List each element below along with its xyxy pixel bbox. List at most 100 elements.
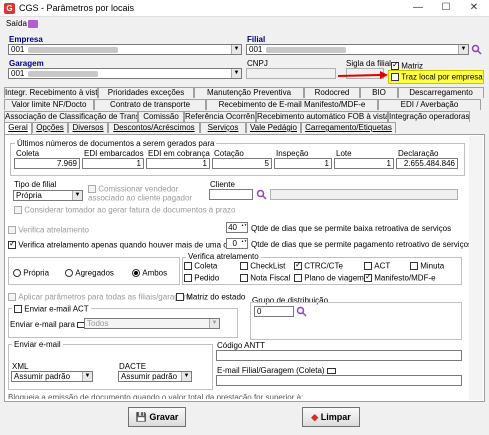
- va-nota-checkbox[interactable]: Nota Fiscal: [240, 273, 290, 282]
- va-coleta-checkbox[interactable]: Coleta: [184, 261, 217, 270]
- enviar-para-select[interactable]: Todos ▼: [84, 318, 220, 329]
- sigla-label: Sigla da filial: [346, 59, 391, 68]
- edi-cobranca-label: EDI em cobrança: [148, 149, 210, 158]
- close-button[interactable]: ✕: [460, 0, 488, 16]
- enviar-email-title: Enviar e-mail: [12, 340, 63, 349]
- considerar-tomador-checkbox[interactable]: Considerar tomador ao gerar fatura de do…: [14, 205, 235, 214]
- lote-label: Lote: [336, 149, 352, 158]
- cnpj-label: CNPJ: [247, 59, 268, 68]
- window-icon[interactable]: [28, 20, 38, 28]
- va-plano-checkbox[interactable]: Plano de viagem: [294, 273, 364, 282]
- lote-field[interactable]: 1: [334, 158, 394, 169]
- empresa-label: Empresa: [9, 35, 43, 44]
- tab-recebimento-autom-tico-fob-vista[interactable]: Recebimento automático FOB à vista: [256, 111, 388, 122]
- xml-select[interactable]: Assumir padrão ▼: [11, 371, 93, 382]
- empresa-select[interactable]: 001 ▼: [8, 44, 242, 55]
- gravar-button[interactable]: 💾 Gravar: [128, 407, 186, 427]
- edi-cobranca-field[interactable]: 1: [146, 158, 210, 169]
- tab-recebimento-de-e-mail-manifesto-mdf-e[interactable]: Recebimento de E-mail Manifesto/MDF-e: [206, 99, 378, 110]
- email-filial-field[interactable]: [216, 375, 462, 386]
- tab-manuten-o-preventiva[interactable]: Manutenção Preventiva: [194, 87, 304, 98]
- pagamento-days-spinner[interactable]: 0: [226, 238, 248, 249]
- save-icon: 💾: [135, 412, 147, 422]
- baixa-days-spinner[interactable]: 40: [226, 222, 248, 233]
- tab-rodocred[interactable]: Rodocred: [304, 87, 360, 98]
- tabs-row-1: Integr. Recebimento à vista Prioridades e…: [4, 87, 485, 99]
- cliente-code-field[interactable]: [209, 189, 253, 200]
- verifica-carreta-checkbox[interactable]: Verifica atrelamento apenas quando houve…: [8, 239, 248, 249]
- exit-menu-item[interactable]: Saída: [6, 19, 27, 28]
- verifica-atrelamento-checkbox[interactable]: Verifica atrelamento: [8, 225, 89, 234]
- tab-integr-recebimento-vista[interactable]: Integr. Recebimento à vista: [4, 87, 98, 98]
- tab-vale-ped-gio[interactable]: Vale Pedágio: [246, 122, 301, 133]
- footer: [0, 402, 489, 435]
- pagamento-label: Qtde de dias que se permite pagamento re…: [251, 240, 473, 249]
- enviar-email-para-label: Enviar e-mail para: [10, 320, 87, 329]
- va-checklist-checkbox[interactable]: CheckList: [240, 261, 285, 270]
- aplicar-todas-checkbox[interactable]: Aplicar parâmetros para todas as filiais…: [8, 292, 192, 301]
- title-bar: G CGS - Parâmetros por locais — ☐ ✕: [0, 0, 489, 17]
- tab-descontos-acr-scimos[interactable]: Descontos/Acréscimos: [108, 122, 200, 133]
- va-manifesto-checkbox[interactable]: Manifesto/MDF-e: [364, 272, 436, 282]
- radio-agregados[interactable]: Agregados: [65, 268, 114, 277]
- enviar-act-checkbox[interactable]: Enviar e-mail ACT: [12, 304, 91, 314]
- maximize-button[interactable]: ☐: [432, 0, 460, 16]
- va-ctrc-checkbox[interactable]: CTRC/CTe: [294, 260, 343, 270]
- radio-propria[interactable]: Própria: [13, 268, 49, 277]
- search-filial-icon[interactable]: [471, 44, 482, 55]
- matriz-estado-checkbox[interactable]: Matriz do estado: [176, 292, 245, 301]
- declaracao-field[interactable]: 2.655.484.846: [396, 158, 458, 169]
- inspecao-field[interactable]: 1: [274, 158, 332, 169]
- tab-geral[interactable]: Geral: [4, 122, 32, 134]
- coleta-field[interactable]: 7.969: [14, 158, 80, 169]
- comissionar-checkbox[interactable]: Comissionar vendedor associado ao client…: [88, 184, 206, 203]
- search-grupo-icon[interactable]: [296, 306, 307, 317]
- baixa-label: Qtde de dias que se permite baixa retroa…: [251, 224, 452, 233]
- tab-contrato-de-transporte[interactable]: Contrato de transporte: [94, 99, 206, 110]
- antt-field[interactable]: [216, 350, 462, 361]
- tab-carregamento-etiquetas[interactable]: Carregamento/Etiquetas: [301, 122, 396, 133]
- va-act-checkbox[interactable]: ACT: [364, 261, 390, 270]
- dacte-select[interactable]: Assumir padrão ▼: [118, 371, 192, 382]
- numeros-title: Últimos números de documentos a serem ge…: [15, 139, 217, 148]
- tipo-filial-select[interactable]: Própria ▼: [13, 190, 83, 201]
- tab-valor-limite-nf-docto[interactable]: Valor limite NF/Docto: [4, 99, 94, 110]
- minimize-button[interactable]: —: [404, 0, 432, 16]
- tab-comiss-o[interactable]: Comissão: [138, 111, 184, 122]
- antt-label: Código ANTT: [217, 341, 266, 350]
- tab-integra-o-operadoras[interactable]: Integração operadoras: [388, 111, 470, 122]
- filial-select[interactable]: 001 ▼: [246, 44, 469, 55]
- tab-edi-averba-o[interactable]: EDI / Averbação: [378, 99, 481, 110]
- radio-ambos[interactable]: Ambos: [132, 268, 167, 277]
- coleta-label: Coleta: [16, 149, 40, 158]
- tab-refer-ncia-ocorr-ncia[interactable]: Referência Ocorrência: [184, 111, 256, 122]
- tab-prioridades-exce-es[interactable]: Prioridades exceções: [98, 87, 194, 98]
- matriz-checkbox[interactable]: Matriz: [391, 60, 423, 70]
- envelope-icon-2: [326, 367, 336, 374]
- window-title: CGS - Parâmetros por locais: [19, 3, 135, 13]
- edi-embarcados-field[interactable]: 1: [82, 158, 144, 169]
- cotacao-field[interactable]: 5: [212, 158, 272, 169]
- grupo-field[interactable]: 0: [254, 306, 294, 317]
- tab-diversos[interactable]: Diversos: [68, 122, 108, 133]
- tab-descarregamento[interactable]: Descarregamento: [398, 87, 484, 98]
- xml-label: XML: [12, 362, 29, 371]
- limpar-button[interactable]: ◆ Limpar: [302, 407, 360, 427]
- tab-associa-o-de-classifica-o-de-transporte[interactable]: Associação de Classificação de Transport…: [4, 111, 138, 122]
- va-pedido-checkbox[interactable]: Pedido: [184, 273, 219, 282]
- search-cliente-icon[interactable]: [256, 189, 267, 200]
- app-logo-icon: G: [4, 3, 15, 14]
- traz-local-checkbox[interactable]: Traz local por empresa: [391, 72, 483, 81]
- enviar-email-group: [8, 344, 213, 390]
- tab-bio[interactable]: BIO: [360, 87, 398, 98]
- menu-bar: Saída: [0, 17, 489, 31]
- tab-op-es[interactable]: Opções: [32, 122, 68, 133]
- tab-servi-os[interactable]: Serviços: [200, 122, 246, 133]
- declaracao-label: Declaração: [398, 149, 439, 158]
- tipo-filial-label: Tipo de filial: [14, 180, 57, 189]
- garagem-select[interactable]: 001 ▼: [8, 68, 242, 79]
- scrollbar[interactable]: [469, 136, 483, 400]
- tabs-row-2: Valor limite NF/Docto Contrato de transpo…: [4, 99, 485, 111]
- va-minuta-checkbox[interactable]: Minuta: [410, 261, 444, 270]
- cotacao-label: Cotação: [214, 149, 244, 158]
